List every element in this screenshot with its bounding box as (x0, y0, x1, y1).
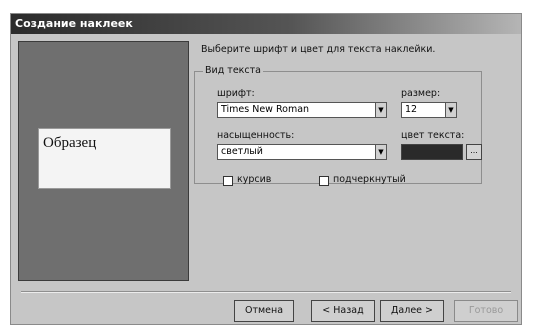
text-color-label: цвет текста: (401, 130, 465, 141)
text-color-swatch[interactable] (401, 144, 463, 160)
underline-label: подчеркнутый (333, 174, 406, 185)
weight-select-value: светлый (221, 146, 263, 157)
italic-label: курсив (237, 174, 272, 185)
font-select-value: Times New Roman (221, 104, 310, 115)
finish-button[interactable]: Готово (454, 300, 518, 322)
text-appearance-group: Вид текста шрифт: Times New Roman ▼ разм… (194, 65, 482, 186)
preview-panel: Образец (18, 41, 189, 281)
size-select[interactable]: 12 ▼ (401, 102, 457, 118)
weight-label: насыщенность: (217, 130, 295, 141)
font-label: шрифт: (217, 88, 255, 99)
instruction-text: Выберите шрифт и цвет для текста наклейк… (201, 44, 436, 55)
footer-divider (21, 291, 511, 293)
size-label: размер: (401, 88, 441, 99)
chevron-down-icon[interactable]: ▼ (445, 103, 456, 117)
next-button[interactable]: Далее > (380, 300, 444, 322)
size-select-value: 12 (405, 104, 418, 115)
underline-checkbox[interactable] (319, 176, 329, 186)
italic-checkbox[interactable] (223, 176, 233, 186)
choose-color-button[interactable]: ... (466, 144, 482, 160)
sample-preview: Образец (38, 128, 171, 189)
chevron-down-icon[interactable]: ▼ (375, 145, 386, 159)
label-wizard-window: Создание наклеек Образец Выберите шрифт … (10, 13, 522, 325)
window-title: Создание наклеек (11, 14, 521, 34)
chevron-down-icon[interactable]: ▼ (375, 103, 386, 117)
group-label: Вид текста (203, 65, 263, 76)
font-select[interactable]: Times New Roman ▼ (217, 102, 387, 118)
back-button[interactable]: < Назад (311, 300, 375, 322)
cancel-button[interactable]: Отмена (234, 300, 294, 322)
weight-select[interactable]: светлый ▼ (217, 144, 387, 160)
